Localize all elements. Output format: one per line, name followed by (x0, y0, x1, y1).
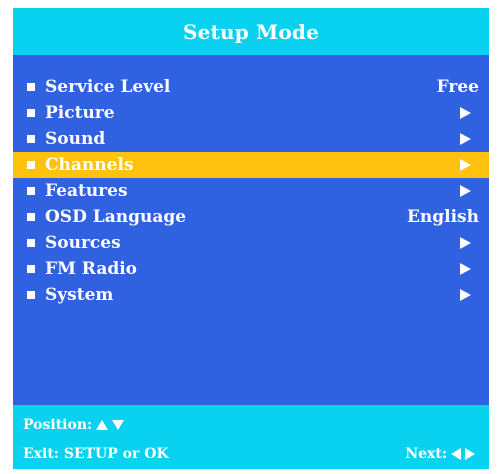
bullet-icon (27, 83, 35, 91)
next-label: Next: (405, 446, 447, 462)
menu-item-value: Free (436, 77, 479, 97)
menu-item-channels[interactable]: Channels (13, 152, 489, 178)
position-label: Position: (23, 417, 93, 433)
menu-item-osd-language[interactable]: OSD Language English (13, 204, 489, 230)
menu-item-label: Sound (45, 129, 106, 149)
arrow-left-icon (451, 448, 461, 460)
bullet-icon (27, 239, 35, 247)
setup-menu-panel: Setup Mode Service Level Free Picture So… (13, 8, 489, 469)
header-separator (13, 55, 489, 63)
bullet-icon (27, 291, 35, 299)
footer-help-bar: Position: Exit: SETUP or OK Next: (13, 405, 489, 469)
arrow-down-icon (112, 420, 125, 430)
menu-item-sound[interactable]: Sound (13, 126, 489, 152)
menu-item-sources[interactable]: Sources (13, 230, 489, 256)
arrow-right-icon (460, 289, 471, 301)
exit-hint: Exit: SETUP or OK (23, 446, 169, 462)
bullet-icon (27, 213, 35, 221)
menu-item-label: Features (45, 181, 128, 201)
bullet-icon (27, 109, 35, 117)
header-bar: Setup Mode (13, 8, 489, 55)
bullet-icon (27, 161, 35, 169)
menu-item-picture[interactable]: Picture (13, 100, 489, 126)
menu-item-label: Sources (45, 233, 121, 253)
position-hint: Position: (23, 417, 125, 433)
arrow-right-icon (465, 448, 475, 460)
menu-item-features[interactable]: Features (13, 178, 489, 204)
next-hint: Next: (405, 446, 475, 462)
arrow-right-icon (460, 133, 471, 145)
menu-item-label: Service Level (45, 77, 171, 97)
page-title: Setup Mode (182, 19, 320, 44)
arrow-right-icon (460, 107, 471, 119)
menu-item-label: System (45, 285, 114, 305)
arrow-up-icon (96, 420, 109, 430)
arrow-right-icon (460, 237, 471, 249)
bullet-icon (27, 135, 35, 143)
menu-list: Service Level Free Picture Sound Channel… (13, 74, 489, 308)
menu-item-label: Channels (45, 155, 134, 175)
menu-item-value: English (406, 207, 479, 227)
menu-item-service-level[interactable]: Service Level Free (13, 74, 489, 100)
arrow-right-icon (460, 263, 471, 275)
menu-item-label: Picture (45, 103, 115, 123)
menu-item-label: FM Radio (45, 259, 138, 279)
menu-item-system[interactable]: System (13, 282, 489, 308)
bullet-icon (27, 187, 35, 195)
arrow-right-icon (460, 159, 471, 171)
arrow-right-icon (460, 185, 471, 197)
bullet-icon (27, 265, 35, 273)
menu-item-fm-radio[interactable]: FM Radio (13, 256, 489, 282)
